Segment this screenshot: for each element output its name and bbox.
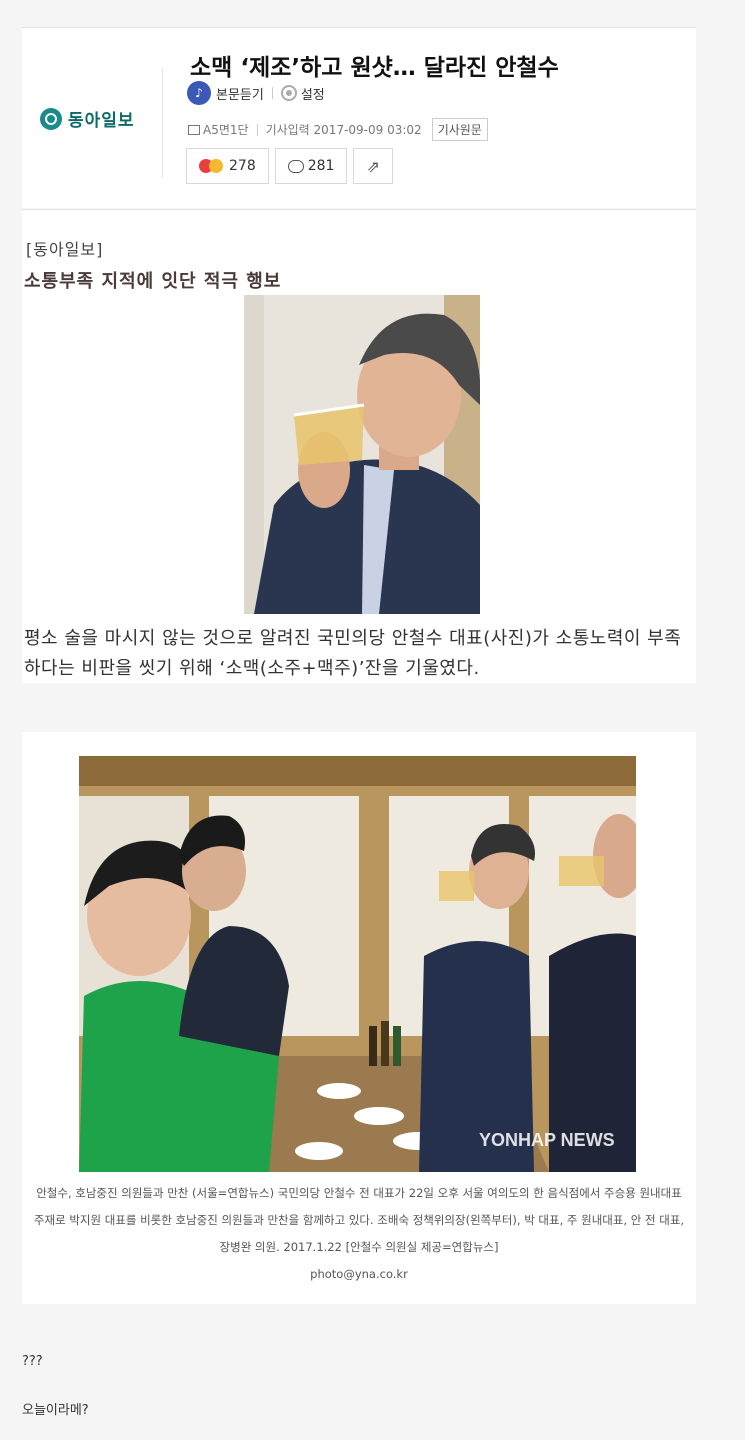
smile-emoji-icon xyxy=(209,159,223,173)
listen-button[interactable]: 본문듣기 xyxy=(216,84,264,103)
group-dinner-photo: YONHAP NEWS xyxy=(79,756,636,1172)
article-paragraph: 평소 술을 마시지 않는 것으로 알려진 국민의당 안철수 대표(사진)가 소통… xyxy=(24,628,682,679)
gear-icon[interactable] xyxy=(280,85,297,101)
comment-count: 281 xyxy=(307,158,335,174)
donga-logo-icon xyxy=(40,107,62,130)
share-icon: ⇗ xyxy=(366,156,380,176)
photo-caption: 안철수, 호남중진 의원들과 만찬 (서울=연합뉴스) 국민의당 안철수 전 대… xyxy=(32,1180,686,1288)
caption-text: 안철수, 호남중진 의원들과 만찬 (서울=연합뉴스) 국민의당 안철수 전 대… xyxy=(33,1186,685,1254)
press-logo[interactable]: 동아일보 xyxy=(40,106,135,131)
divider xyxy=(256,123,258,136)
article-photo-block: YONHAP NEWS 안철수, 호남중진 의원들과 만찬 (서울=연합뉴스) … xyxy=(22,732,696,1304)
original-article-button[interactable]: 기사원문 xyxy=(431,118,488,141)
article-header: 동아일보 소맥 ‘제조’하고 원샷… 달라진 안철수 ♪ 본문듣기 설정 A5면… xyxy=(22,27,696,210)
share-button[interactable]: ⇗ xyxy=(353,148,393,184)
article-subtitle: 소통부족 지적에 잇단 적극 행보 xyxy=(24,271,282,292)
photo-man-drinking xyxy=(244,295,480,614)
article-photo xyxy=(244,295,480,614)
settings-button[interactable]: 설정 xyxy=(301,84,325,103)
speaker-icon[interactable]: ♪ xyxy=(187,81,211,105)
article-source: [동아일보] xyxy=(26,240,104,259)
reaction-button[interactable]: 278 xyxy=(186,148,269,184)
divider xyxy=(271,87,273,99)
article-tools: ♪ 본문듣기 설정 xyxy=(187,81,325,105)
article-title: 소맥 ‘제조’하고 원샷… 달라진 안철수 xyxy=(190,55,559,81)
newspaper-icon xyxy=(188,124,200,135)
divider xyxy=(162,68,163,178)
article-meta: A5면1단 기사입력 2017-09-09 03:02 기사원문 xyxy=(188,118,488,141)
photo-group-toast: YONHAP NEWS xyxy=(79,756,636,1172)
action-bar: 278 281 ⇗ xyxy=(186,148,393,184)
caption-email: photo@yna.co.kr xyxy=(310,1267,408,1281)
article-body: [동아일보] 소통부족 지적에 잇단 적극 행보 평소 술을 마시지 않는 것으… xyxy=(22,210,696,683)
publish-date: 기사입력 2017-09-09 03:02 xyxy=(265,123,422,137)
page-ref: A5면1단 xyxy=(203,123,249,137)
press-name: 동아일보 xyxy=(68,111,135,131)
watermark-text: YONHAP NEWS xyxy=(479,1130,615,1150)
comment-line-1: ??? xyxy=(22,1354,43,1369)
comment-button[interactable]: 281 xyxy=(274,148,348,184)
reaction-count: 278 xyxy=(229,158,256,174)
comment-line-2: 오늘이라메? xyxy=(22,1403,89,1418)
comment-bubble-icon xyxy=(287,159,304,173)
